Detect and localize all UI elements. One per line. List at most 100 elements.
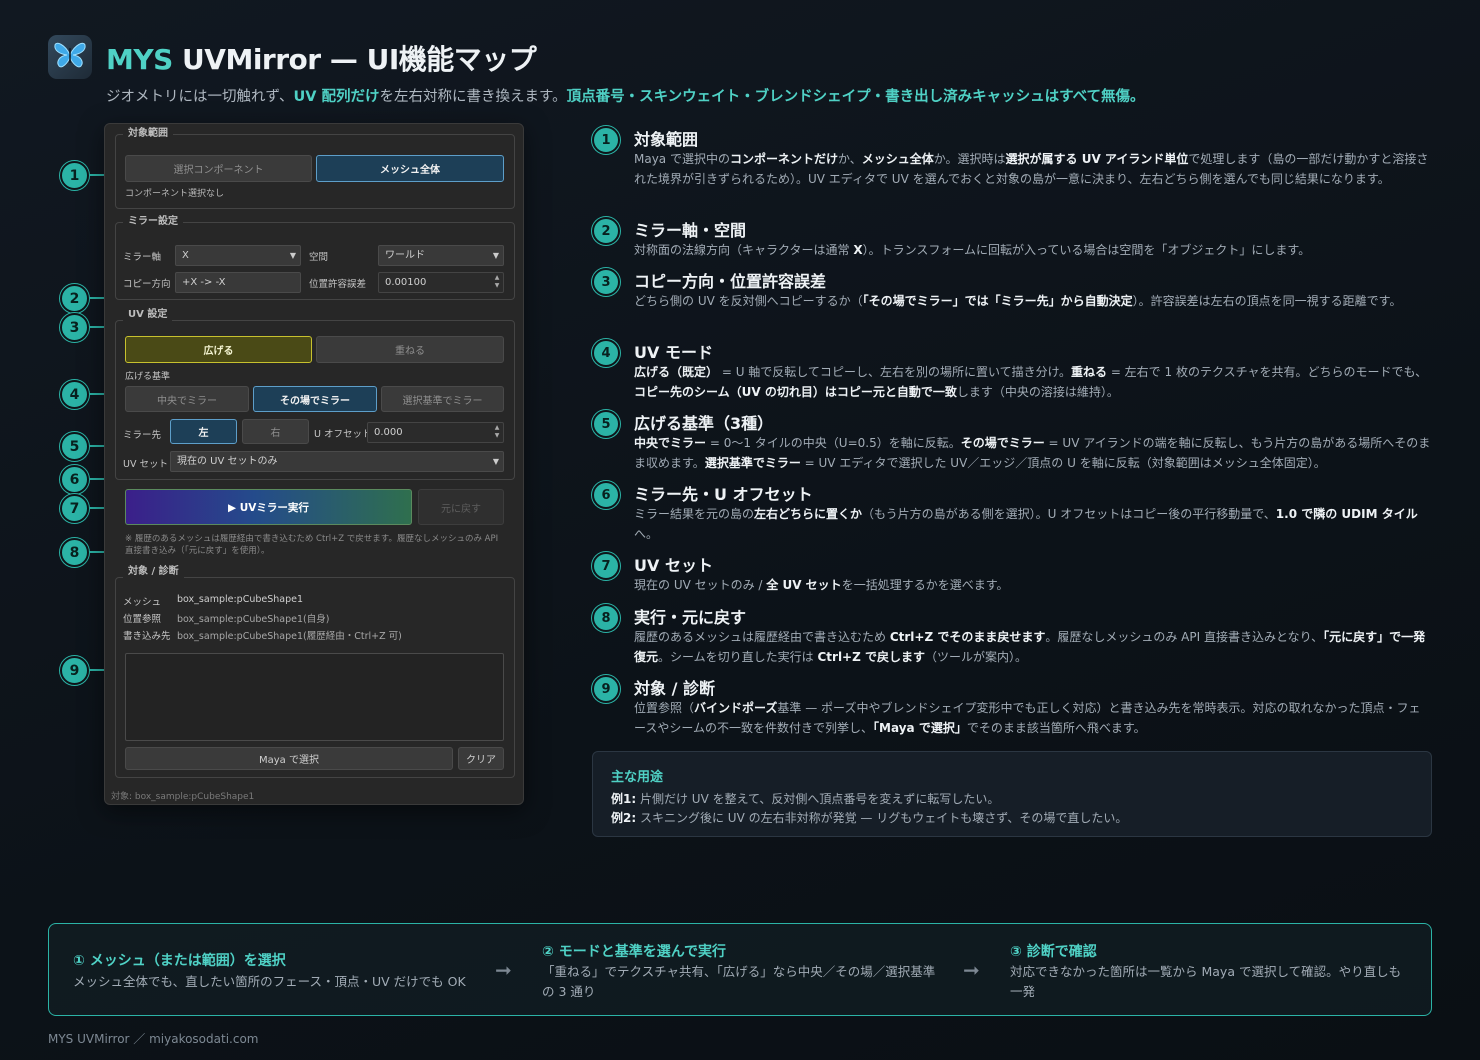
spread-mode-button[interactable]: 広げる <box>125 336 312 363</box>
basis-selection-button[interactable]: 選択基準でミラー <box>381 386 504 412</box>
step-3-desc: 対応できなかった箇所は一覧から Maya で選択して確認。やり直しも一発 <box>1010 964 1402 999</box>
feature-number: 9 <box>592 675 620 703</box>
dest-left-button[interactable]: 左 <box>170 419 237 444</box>
uvmirror-tool-window: 対象範囲 選択コンポーネント メッシュ全体 コンポーネント選択なし ミラー設定 … <box>104 123 524 805</box>
space-combo[interactable]: ワールド ▼ <box>378 245 504 266</box>
callout-7: 7 <box>60 494 89 523</box>
feature-number: 4 <box>592 339 620 367</box>
feature-title: ミラー軸・空間 <box>634 221 747 240</box>
step-3-title: ③ 診断で確認 <box>1010 944 1097 960</box>
callout-4: 4 <box>60 380 89 409</box>
scope-status: コンポーネント選択なし <box>125 189 225 199</box>
step-1-title: ① メッシュ（または範囲）を選択 <box>73 953 286 969</box>
feature-number: 7 <box>592 552 620 580</box>
scope-components-button[interactable]: 選択コンポーネント <box>125 155 312 182</box>
use-case-1: 例1: 片側だけ UV を整えて、反対側へ頂点番号を変えずに転写したい。 <box>611 792 1000 806</box>
copy-direction-label: コピー方向 <box>123 279 171 290</box>
spinner-icon[interactable]: ▲ ▼ <box>493 274 501 290</box>
page-subtitle: ジオメトリには一切触れず、UV 配列だけを左右対称に書き換えます。頂点番号・スキ… <box>106 89 1145 105</box>
step-2-title: ② モードと基準を選んで実行 <box>542 944 727 960</box>
feature-desc: 位置参照（バインドポーズ基準 — ポーズ中やブレンドシェイプ変形中でも正しく対応… <box>634 701 1421 735</box>
tolerance-label: 位置許容誤差 <box>309 279 367 290</box>
use-cases-box: 主な用途 例1: 片側だけ UV を整えて、反対側へ頂点番号を変えずに転写したい… <box>592 751 1432 837</box>
diag-ref-value: box_sample:pCubeShape1(自身) <box>177 614 330 625</box>
feature-title: 対象 / 診断 <box>634 679 715 698</box>
step-2-desc: 「重ねる」でテクスチャ共有、「広げる」なら中央／その場／選択基準の 3 通り <box>542 964 936 999</box>
axis-label: ミラー軸 <box>123 252 162 263</box>
feature-desc: ミラー結果を元の島の左右どちらに置くか（もう片方の島がある側を選択）。U オフセ… <box>634 507 1418 541</box>
feature-title: 対象範囲 <box>634 130 699 149</box>
dest-right-button[interactable]: 右 <box>242 419 309 444</box>
dropdown-arrow-icon: ▼ <box>492 251 499 260</box>
feature-desc: 広げる（既定） = U 軸で反転してコピーし、左右を別の場所に置いて描き分け。重… <box>634 365 1428 399</box>
uv-group-label: UV 設定 <box>123 309 173 321</box>
tolerance-field[interactable]: 0.00100 ▲ ▼ <box>378 272 504 293</box>
app-logo <box>48 35 92 79</box>
uoffset-label: U オフセット <box>314 429 372 440</box>
copy-direction-combo[interactable]: +X -> -X <box>175 272 301 293</box>
diag-mesh-value: box_sample:pCubeShape1 <box>177 594 304 605</box>
maya-select-button[interactable]: Maya で選択 <box>125 747 453 770</box>
diag-write-value: box_sample:pCubeShape1(履歴経由・Ctrl+Z 可) <box>177 631 402 642</box>
page-title: MYS UVMirror — UI機能マップ <box>106 43 537 76</box>
footer-credit: MYS UVMirror ／ miyakosodati.com <box>48 1032 259 1046</box>
space-label: 空間 <box>309 252 329 263</box>
run-mirror-button[interactable]: ▶ UVミラー実行 <box>125 489 412 525</box>
mirror-group-label: ミラー設定 <box>123 216 183 228</box>
scope-group-label: 対象範囲 <box>123 128 173 140</box>
callout-3: 3 <box>60 313 89 342</box>
use-case-2: 例2: スキニング後に UV の左右非対称が発覚 — リグもウェイトも壊さず、そ… <box>611 811 1128 825</box>
callout-2: 2 <box>60 284 89 313</box>
feature-desc: 対称面の法線方向（キャラクターは通常 X）。トランスフォームに回転が入っている場… <box>634 243 1311 257</box>
overlap-mode-button[interactable]: 重ねる <box>316 336 504 363</box>
diag-write-label: 書き込み先 <box>123 631 171 642</box>
arrow-right-icon: ➞ <box>963 958 980 982</box>
feature-title: 実行・元に戻す <box>634 608 747 627</box>
diagnostics-list[interactable] <box>125 653 504 741</box>
clear-button[interactable]: クリア <box>458 747 504 770</box>
callout-5: 5 <box>60 432 89 461</box>
uvset-combo[interactable]: 現在の UV セットのみ ▼ <box>170 451 504 472</box>
feature-number: 1 <box>592 126 620 154</box>
history-note: ※ 履歴のあるメッシュは履歴経由で書き込むため Ctrl+Z で戻せます。履歴な… <box>125 534 499 556</box>
workflow-steps: ① メッシュ（または範囲）を選択 メッシュ全体でも、直したい箇所のフェース・頂点… <box>48 923 1432 1016</box>
butterfly-icon <box>53 40 87 74</box>
callout-1: 1 <box>60 161 89 190</box>
basis-center-button[interactable]: 中央でミラー <box>125 386 249 412</box>
uvset-label: UV セット <box>123 459 168 470</box>
feature-desc: 履歴のあるメッシュは履歴経由で書き込むため Ctrl+Z でそのまま戻せます。履… <box>634 630 1426 664</box>
diag-ref-label: 位置参照 <box>123 614 162 625</box>
feature-title: UV セット <box>634 556 713 575</box>
feature-title: コピー方向・位置許容誤差 <box>634 272 827 291</box>
feature-title: 広げる基準（3種） <box>634 414 774 433</box>
step-1-desc: メッシュ全体でも、直したい箇所のフェース・頂点・UV だけでも OK <box>73 974 466 989</box>
feature-desc: どちら側の UV を反対側へコピーするか（「その場でミラー」では「ミラー先」から… <box>634 294 1402 308</box>
feature-number: 5 <box>592 410 620 438</box>
diagnostics-group-label: 対象 / 診断 <box>123 566 184 578</box>
uoffset-field[interactable]: 0.000 ▲ ▼ <box>367 422 504 443</box>
scope-mesh-button[interactable]: メッシュ全体 <box>316 155 504 182</box>
mirror-dest-label: ミラー先 <box>123 430 162 441</box>
axis-combo[interactable]: X ▼ <box>175 245 301 266</box>
feature-desc: Maya で選択中のコンポーネントだけか、メッシュ全体か。選択時は選択が属する … <box>634 152 1429 186</box>
callout-6: 6 <box>60 465 89 494</box>
feature-number: 8 <box>592 604 620 632</box>
feature-desc: 中央でミラー = 0〜1 タイルの中央（U=0.5）を軸に反転。その場でミラー … <box>634 436 1431 470</box>
feature-number: 3 <box>592 268 620 296</box>
callout-8: 8 <box>60 538 89 567</box>
basis-inplace-button[interactable]: その場でミラー <box>253 386 377 412</box>
dropdown-arrow-icon: ▼ <box>289 251 296 260</box>
use-cases-title: 主な用途 <box>611 770 664 785</box>
diag-mesh-label: メッシュ <box>123 597 162 608</box>
arrow-right-icon: ➞ <box>495 958 512 982</box>
spread-basis-label: 広げる基準 <box>125 372 171 382</box>
spinner-icon[interactable]: ▲ ▼ <box>493 424 501 440</box>
undo-button[interactable]: 元に戻す <box>418 489 504 525</box>
feature-number: 2 <box>592 217 620 245</box>
callout-9: 9 <box>60 656 89 685</box>
feature-title: ミラー先・U オフセット <box>634 485 813 504</box>
dropdown-arrow-icon: ▼ <box>492 457 499 466</box>
feature-title: UV モード <box>634 343 713 362</box>
status-bar: 対象: box_sample:pCubeShape1 <box>111 792 255 802</box>
feature-desc: 現在の UV セットのみ / 全 UV セットを一括処理するかを選べます。 <box>634 578 1009 592</box>
